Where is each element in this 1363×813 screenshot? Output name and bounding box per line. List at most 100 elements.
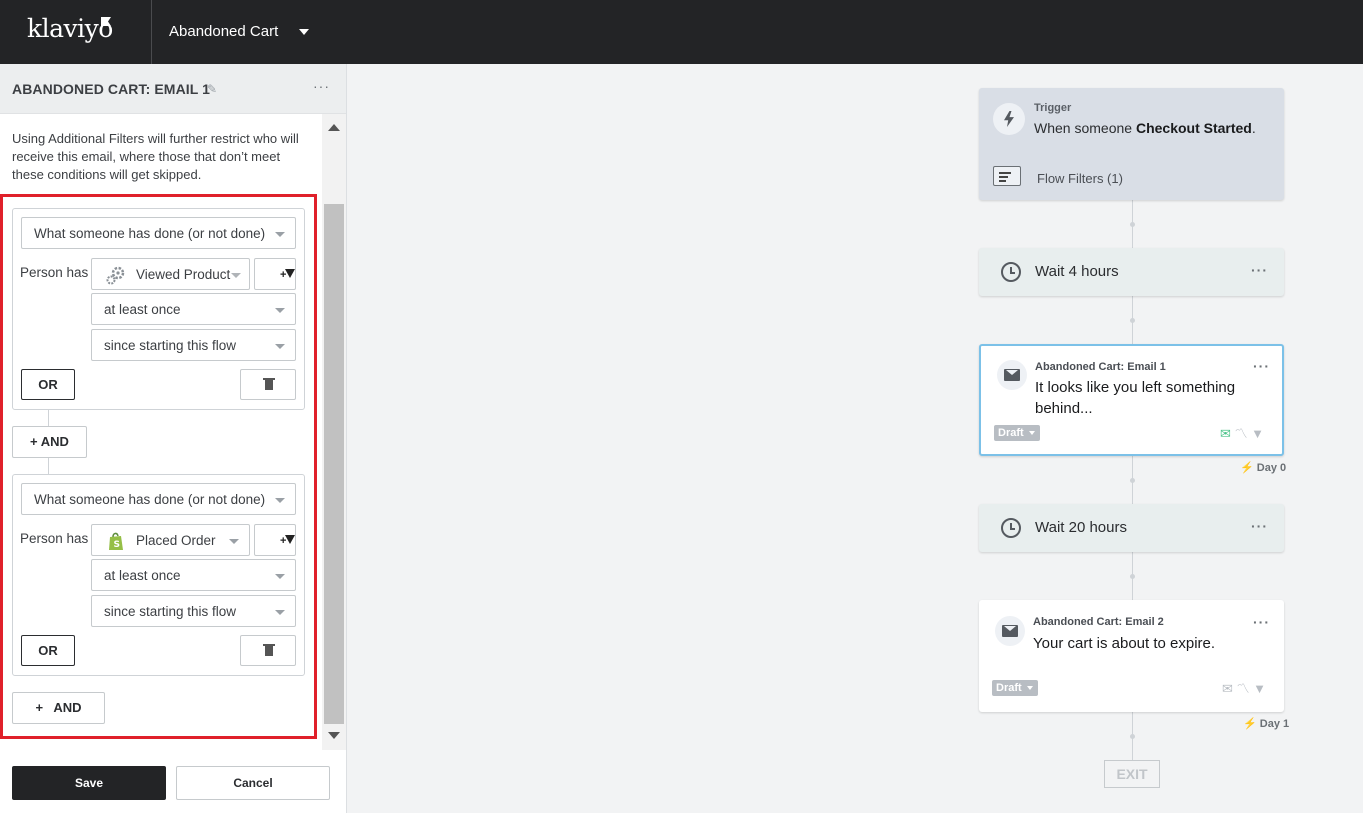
- status-badge-text: Draft: [996, 682, 1022, 694]
- chevron-down-icon[interactable]: [299, 29, 309, 35]
- email-card-2[interactable]: Abandoned Cart: Email 2 Your cart is abo…: [979, 600, 1284, 712]
- lightning-bolt-icon: [1004, 111, 1014, 127]
- frequency-value: at least once: [104, 568, 181, 583]
- more-options-button[interactable]: ···: [1253, 358, 1270, 374]
- smart-sending-icon: 〽: [1236, 681, 1250, 696]
- condition-type-select[interactable]: What someone has done (or not done): [21, 217, 296, 249]
- scrollbar-thumb[interactable]: [324, 204, 344, 724]
- caret-down-icon: [275, 232, 285, 237]
- wait-duration: Wait 4 hours: [1035, 263, 1119, 280]
- person-has-label: Person has: [20, 265, 89, 280]
- trigger-card[interactable]: Trigger When someone Checkout Started. F…: [979, 88, 1284, 200]
- caret-down-icon: [1029, 431, 1035, 435]
- condition-type-value: What someone has done (or not done): [34, 492, 266, 507]
- clock-icon: [1001, 262, 1021, 282]
- caret-down-icon: [275, 610, 285, 615]
- delete-condition-button[interactable]: [240, 369, 296, 400]
- trigger-suffix: .: [1251, 120, 1256, 136]
- add-and-condition-button[interactable]: + AND: [12, 426, 87, 458]
- save-button[interactable]: Save: [12, 766, 166, 800]
- or-button[interactable]: OR: [21, 369, 75, 400]
- exit-node: EXIT: [1104, 760, 1160, 788]
- connector-dot[interactable]: [1130, 478, 1135, 483]
- topbar-divider: [151, 0, 152, 64]
- top-bar: klaviyo Abandoned Cart: [0, 0, 1363, 64]
- panel-header: ABANDONED CART: EMAIL 1 ✎ ···: [0, 64, 346, 114]
- status-badge[interactable]: Draft: [994, 425, 1040, 441]
- trash-icon: [263, 378, 275, 390]
- timeframe-value: since starting this flow: [104, 604, 237, 619]
- scroll-down-arrow-icon[interactable]: [328, 732, 340, 739]
- more-options-button[interactable]: ···: [313, 78, 330, 94]
- person-has-label: Person has: [20, 531, 89, 546]
- more-options-button[interactable]: ···: [1253, 614, 1270, 630]
- add-and-condition-button-bottom[interactable]: + AND: [12, 692, 105, 724]
- email-status-icons: ✉ 〽 ▼: [1222, 678, 1266, 697]
- timeframe-select[interactable]: since starting this flow: [91, 595, 296, 627]
- or-button[interactable]: OR: [21, 635, 75, 666]
- delete-condition-button[interactable]: [240, 635, 296, 666]
- day-label: ⚡ Day 0: [1240, 462, 1287, 474]
- flow-filters-icon[interactable]: [993, 166, 1021, 186]
- condition-block-2: What someone has done (or not done) Pers…: [12, 474, 305, 676]
- email-settings-panel: ABANDONED CART: EMAIL 1 ✎ ··· Using Addi…: [0, 64, 347, 813]
- klaviyo-logo[interactable]: klaviyo: [27, 14, 113, 43]
- add-metric-filter-button[interactable]: +: [254, 258, 296, 290]
- connector-dot[interactable]: [1130, 318, 1135, 323]
- connector-dot[interactable]: [1130, 574, 1135, 579]
- caret-down-icon: [229, 539, 239, 544]
- trigger-description: When someone Checkout Started.: [1034, 120, 1256, 136]
- email-name: Abandoned Cart: Email 2: [1033, 616, 1164, 628]
- cancel-button[interactable]: Cancel: [176, 766, 330, 800]
- frequency-select[interactable]: at least once: [91, 559, 296, 591]
- wait-card-2[interactable]: Wait 20 hours ···: [979, 504, 1284, 552]
- caret-down-icon: [275, 308, 285, 313]
- caret-down-icon: [231, 273, 241, 278]
- envelope-icon: [1002, 625, 1018, 637]
- flow-name-dropdown[interactable]: Abandoned Cart: [169, 23, 278, 40]
- condition-type-select[interactable]: What someone has done (or not done): [21, 483, 296, 515]
- scroll-up-arrow-icon[interactable]: [328, 124, 340, 131]
- frequency-value: at least once: [104, 302, 181, 317]
- clock-icon: [1001, 518, 1021, 538]
- condition-type-value: What someone has done (or not done): [34, 226, 266, 241]
- caret-down-icon: [275, 344, 285, 349]
- metric-select[interactable]: Viewed Product: [91, 258, 250, 290]
- email-check-icon: ✉: [1221, 681, 1233, 696]
- condition-block-1: What someone has done (or not done) Pers…: [12, 208, 305, 410]
- more-options-button[interactable]: ···: [1251, 518, 1268, 534]
- day-label: ⚡ Day 1: [1243, 718, 1290, 730]
- trash-icon: [263, 644, 275, 656]
- more-options-button[interactable]: ···: [1251, 262, 1268, 278]
- svg-text:S: S: [114, 540, 120, 550]
- filter-icon: ▼: [1253, 681, 1266, 696]
- metric-value: Placed Order: [136, 533, 216, 548]
- day-label-text: Day 0: [1256, 462, 1287, 474]
- connector-line: [48, 458, 49, 474]
- email-subject: It looks like you left something behind.…: [1035, 379, 1236, 417]
- filter-icon: ▼: [1251, 426, 1264, 441]
- email-check-icon: ✉: [1219, 426, 1231, 441]
- connector-dot[interactable]: [1130, 222, 1135, 227]
- add-metric-filter-button[interactable]: +: [254, 524, 296, 556]
- flow-filters-link[interactable]: Flow Filters (1): [1037, 171, 1123, 186]
- frequency-select[interactable]: at least once: [91, 293, 296, 325]
- email-status-icons: ✉ 〽 ▼: [1220, 423, 1264, 442]
- status-badge[interactable]: Draft: [992, 680, 1038, 696]
- funnel-icon: [285, 269, 295, 278]
- wait-duration: Wait 20 hours: [1035, 519, 1127, 536]
- pencil-icon[interactable]: ✎: [207, 82, 217, 96]
- smart-sending-icon: 〽: [1234, 426, 1248, 441]
- trigger-label: Trigger: [1034, 102, 1072, 114]
- funnel-icon: [285, 535, 295, 544]
- email-card-1[interactable]: Abandoned Cart: Email 1 It looks like yo…: [979, 344, 1284, 456]
- timeframe-select[interactable]: since starting this flow: [91, 329, 296, 361]
- status-badge-text: Draft: [998, 427, 1024, 439]
- wait-card-1[interactable]: Wait 4 hours ···: [979, 248, 1284, 296]
- connector-dot[interactable]: [1130, 734, 1135, 739]
- connector-line: [48, 410, 49, 426]
- metric-select[interactable]: S Placed Order: [91, 524, 250, 556]
- panel-title: ABANDONED CART: EMAIL 1: [12, 81, 211, 97]
- metric-value: Viewed Product: [136, 267, 231, 282]
- envelope-icon: [1004, 369, 1020, 381]
